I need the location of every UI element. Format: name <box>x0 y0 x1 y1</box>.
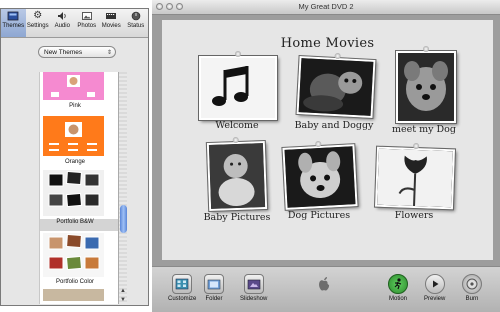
theme-select-value: New Themes <box>44 49 83 56</box>
pin-icon <box>423 46 429 52</box>
theme-label: Portfolio Color <box>55 279 94 285</box>
theme-thumbnail-orange <box>43 116 104 156</box>
tab-label: Audio <box>54 23 70 29</box>
menu-button-label[interactable]: Baby Pictures <box>198 212 276 223</box>
toolbar-label: Customize <box>168 296 197 302</box>
meet-my-dog-photo <box>398 53 454 121</box>
baby-pictures-photo <box>208 143 266 209</box>
baby-and-doggy-button-image[interactable] <box>296 52 376 118</box>
tab-label: Photos <box>77 23 97 29</box>
pin-icon <box>413 142 420 150</box>
scroll-down-arrow-icon[interactable]: ▼ <box>119 296 127 304</box>
flowers-button-image[interactable] <box>374 142 456 210</box>
chevron-updown-icon: ⇕ <box>106 50 112 56</box>
theme-list-scrollbar[interactable]: ▲ ▼ <box>118 72 127 304</box>
scroll-up-arrow-icon[interactable]: ▲ <box>119 287 127 295</box>
menu-button-label[interactable]: meet my Dog <box>388 124 460 135</box>
play-icon <box>424 274 445 294</box>
theme-list: Pink Orange Portfolio B&W Portfolio Colo… <box>39 72 119 304</box>
theme-thumbnail-partial <box>43 289 104 301</box>
menu-canvas: Home Movies Welcome Baby and Doggy meet … <box>162 20 493 260</box>
music-notes-icon <box>201 58 275 118</box>
folder-icon <box>204 274 224 294</box>
folder-button[interactable]: Folder <box>204 274 224 302</box>
tab-audio[interactable]: Audio <box>50 9 75 37</box>
toolbar-label: Folder <box>205 296 223 302</box>
idvd-window: My Great DVD 2 Home Movies Welcome Baby … <box>152 0 500 312</box>
preview-button[interactable]: Preview <box>424 274 445 302</box>
tab-settings[interactable]: ⚙ Settings <box>26 9 51 37</box>
flowers-photo <box>377 148 453 208</box>
themes-icon <box>7 11 19 21</box>
title-bar: My Great DVD 2 <box>152 0 500 15</box>
burn-disc-icon <box>462 274 482 294</box>
motion-running-figure-icon <box>388 274 408 294</box>
theme-thumbnail-portfolio-color <box>43 233 104 277</box>
themes-drawer: Themes ⚙ Settings Audio Photos Movies St… <box>0 8 149 306</box>
burn-button[interactable]: Burn <box>462 274 482 302</box>
baby-and-doggy-photo <box>298 58 374 116</box>
tab-label: Themes <box>2 23 25 29</box>
slideshow-button[interactable]: Slideshow <box>240 274 267 302</box>
pin-icon <box>232 136 239 144</box>
pin-icon <box>235 51 241 57</box>
customize-button[interactable]: Customize <box>168 274 196 302</box>
photos-icon <box>81 11 93 21</box>
speaker-icon <box>56 11 68 21</box>
drawer-tabs: Themes ⚙ Settings Audio Photos Movies St… <box>1 9 148 38</box>
menu-button-label[interactable]: Welcome <box>202 120 272 131</box>
meet-my-dog-button-image[interactable] <box>396 46 456 123</box>
window-title: My Great DVD 2 <box>298 2 354 11</box>
tab-label: Movies <box>101 23 121 29</box>
status-icon <box>130 11 142 21</box>
tab-label: Settings <box>26 23 49 29</box>
apple-logo-icon <box>318 277 330 294</box>
theme-label: Orange <box>64 159 85 165</box>
toolbar-label: Slideshow <box>240 296 268 302</box>
customize-icon <box>172 274 193 294</box>
tab-movies[interactable]: Movies <box>99 9 124 37</box>
theme-label: Portfolio B&W <box>56 219 94 225</box>
tab-themes[interactable]: Themes <box>1 9 26 37</box>
menu-button-label[interactable]: Flowers <box>386 210 442 221</box>
toolbar-label: Burn <box>465 296 479 302</box>
toolbar-label: Preview <box>424 296 446 302</box>
motion-button[interactable]: Motion <box>388 274 408 302</box>
theme-label: Pink <box>69 103 81 109</box>
scrollbar-thumb[interactable] <box>120 205 127 233</box>
tab-status[interactable]: Status <box>124 9 149 37</box>
film-icon <box>105 11 117 21</box>
bottom-toolbar: Customize Folder Slideshow Motion Previe… <box>152 266 500 312</box>
baby-pictures-button-image[interactable] <box>206 136 268 211</box>
menu-button-label[interactable]: Dog Pictures <box>280 210 358 221</box>
theme-thumbnail-portfolio-bw <box>43 170 104 216</box>
theme-category-select[interactable]: New Themes ⇕ <box>38 46 116 58</box>
pin-icon <box>334 52 341 60</box>
menu-button-label[interactable]: Baby and Doggy <box>290 120 378 131</box>
dog-pictures-button-image[interactable] <box>282 140 358 210</box>
tab-label: Status <box>127 23 145 29</box>
menu-title[interactable]: Home Movies <box>162 36 493 51</box>
dog-pictures-photo <box>284 146 356 208</box>
toolbar-label: Motion <box>388 296 407 302</box>
theme-thumbnail-pink <box>43 72 104 100</box>
slideshow-icon <box>243 274 264 294</box>
welcome-button-image[interactable] <box>199 51 277 120</box>
gear-icon: ⚙ <box>33 10 43 21</box>
pin-icon <box>315 140 322 148</box>
tab-photos[interactable]: Photos <box>75 9 100 37</box>
